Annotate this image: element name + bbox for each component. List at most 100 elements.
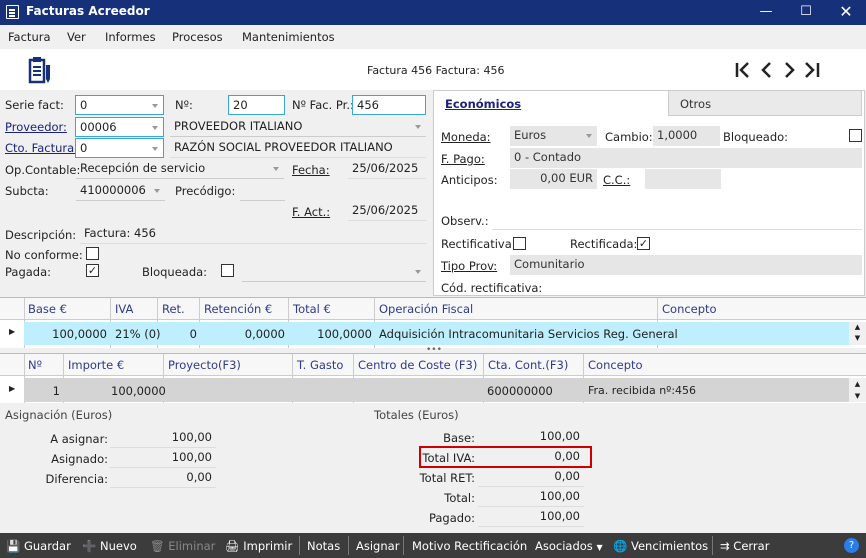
pagada-checkbox[interactable]: ✓ — [86, 264, 99, 277]
cc-link[interactable]: C.C.: — [603, 173, 630, 187]
rectificada-label: Rectificada: — [570, 237, 638, 251]
col-cta-cont[interactable]: Cta. Cont.(F3) — [488, 358, 568, 372]
bottom-toolbar: 💾 Guardar ➕ Nuevo 🗑 Eliminar 🖨 Imprimir … — [0, 533, 866, 558]
cambio-input[interactable]: 1,0000 — [653, 126, 720, 146]
first-record-icon[interactable] — [735, 62, 749, 78]
col-centro-coste[interactable]: Centro de Coste (F3) — [358, 358, 477, 372]
nofacpr-label: Nº Fac. Pr.: — [292, 98, 354, 112]
rectificativa-checkbox[interactable] — [513, 237, 526, 250]
help-icon[interactable]: ? — [844, 538, 859, 553]
subcta-select[interactable]: 410000006 — [76, 181, 165, 201]
trash-icon: 🗑 — [150, 539, 165, 553]
col-concepto[interactable]: Concepto — [662, 302, 717, 316]
diferencia-label: Diferencia: — [45, 472, 108, 486]
menu-ver[interactable]: Ver — [67, 30, 86, 44]
menu-procesos[interactable]: Procesos — [172, 30, 223, 44]
bloqueado-checkbox[interactable] — [849, 129, 862, 142]
nuevo-button[interactable]: ➕ Nuevo — [82, 539, 137, 553]
tab-otros-label: Otros — [680, 97, 712, 111]
observ-input[interactable] — [492, 210, 862, 230]
tax-grid-header: Base € IVA Ret. Retención € Total € Oper… — [0, 298, 866, 320]
col-total[interactable]: Total € — [293, 302, 331, 316]
col-operacion-fiscal[interactable]: Operación Fiscal — [379, 302, 473, 316]
notas-button[interactable]: Notas — [307, 539, 340, 553]
totales-title: Totales (Euros) — [374, 408, 459, 422]
cost-grid-scrollbar[interactable]: ▲ ▼ — [849, 378, 866, 402]
asociados-label: Asociados — [535, 539, 593, 553]
opcontable-select[interactable]: Recepción de servicio — [76, 159, 284, 179]
asociados-button[interactable]: Asociados ▼ — [535, 539, 603, 553]
tax-grid: Base € IVA Ret. Retención € Total € Oper… — [0, 297, 866, 348]
cost-grid: Nº Importe € Proyecto(F3) T. Gasto Centr… — [0, 353, 866, 403]
moneda-link[interactable]: Moneda: — [441, 130, 491, 144]
imprimir-button[interactable]: 🖨 Imprimir — [225, 539, 292, 553]
moneda-select[interactable]: Euros — [510, 126, 597, 146]
cc-input[interactable] — [645, 169, 721, 189]
fecha-link[interactable]: Fecha: — [292, 163, 330, 177]
cerrar-button[interactable]: ⇉ Cerrar — [720, 539, 769, 553]
invoice-icon — [27, 57, 53, 85]
noconforme-checkbox[interactable] — [86, 247, 99, 260]
col-concepto2[interactable]: Concepto — [588, 358, 643, 372]
nofacpr-input[interactable]: 456 — [352, 95, 426, 115]
minimize-button[interactable]: — — [746, 0, 786, 25]
tipoprov-link[interactable]: Tipo Prov: — [441, 259, 497, 273]
col-base[interactable]: Base € — [28, 302, 67, 316]
close-button[interactable]: ✕ — [826, 0, 866, 25]
col-retencion[interactable]: Retención € — [204, 302, 272, 316]
descripcion-input[interactable]: Factura: 456 — [80, 224, 426, 244]
tab-otros[interactable]: Otros — [668, 90, 862, 116]
proveedor-name[interactable]: PROVEEDOR ITALIANO — [170, 117, 426, 137]
fpago-link[interactable]: F. Pago: — [441, 152, 485, 166]
subcta-label: Subcta: — [5, 184, 49, 198]
vencimientos-button[interactable]: 🌐 Vencimientos — [613, 539, 708, 553]
menu-informes[interactable]: Informes — [105, 30, 156, 44]
fecha-input[interactable]: 25/06/2025 — [348, 159, 426, 179]
tab-economicos[interactable]: Económicos — [433, 90, 668, 117]
col-proyecto[interactable]: Proyecto(F3) — [168, 358, 241, 372]
fpago-input[interactable]: 0 - Contado — [510, 148, 862, 168]
precodigo-input[interactable] — [240, 181, 285, 201]
previous-record-icon[interactable] — [761, 62, 771, 78]
col-ret[interactable]: Ret. — [162, 302, 185, 316]
chevron-down-icon: ▼ — [596, 543, 603, 552]
cto-factura-link[interactable]: Cto. Factura: — [5, 141, 78, 155]
cto-factura-select[interactable]: 0 — [75, 138, 164, 158]
next-record-icon[interactable] — [785, 62, 795, 78]
bloqueada-select[interactable] — [242, 262, 426, 282]
tax-grid-scrollbar[interactable]: ▲ ▼ — [849, 322, 866, 345]
cell-total: 100,0000 — [317, 327, 372, 341]
eliminar-button[interactable]: 🗑 Eliminar — [150, 539, 215, 553]
numero-input[interactable]: 20 — [228, 95, 285, 115]
last-record-icon[interactable] — [805, 62, 820, 78]
motivo-rectificacion-button[interactable]: Motivo Rectificación — [412, 539, 527, 553]
serie-select[interactable]: 0 — [75, 95, 164, 115]
fact-input[interactable]: 25/06/2025 — [348, 201, 426, 221]
rectificada-checkbox[interactable]: ✓ — [637, 237, 650, 250]
proveedor-link[interactable]: Proveedor: — [5, 120, 67, 134]
total-value: 100,00 — [478, 487, 584, 507]
col-numero[interactable]: Nº — [28, 358, 42, 372]
proveedor-select[interactable]: 00006 — [75, 117, 164, 137]
anticipos-input[interactable]: 0,00 EUR — [510, 169, 597, 189]
exit-icon: ⇉ — [720, 539, 730, 553]
table-row[interactable]: 1 100,0000 600000000 Fra. recibida nº:45… — [24, 378, 849, 402]
cell-base: 100,0000 — [52, 327, 107, 341]
col-iva[interactable]: IVA — [115, 302, 133, 316]
row-indicator-icon: ▶ — [9, 327, 16, 336]
col-importe[interactable]: Importe € — [68, 358, 124, 372]
col-tgasto[interactable]: T. Gasto — [297, 358, 343, 372]
a-asignar-value: 100,00 — [110, 428, 216, 448]
table-row[interactable]: 100,0000 21% (0) 0 0,0000 100,0000 Adqui… — [24, 322, 849, 345]
bloqueada-checkbox[interactable] — [221, 264, 234, 277]
fact-link[interactable]: F. Act.: — [292, 205, 330, 219]
guardar-button[interactable]: 💾 Guardar — [6, 539, 71, 553]
tipoprov-input[interactable]: Comunitario — [510, 255, 862, 275]
maximize-button[interactable]: ☐ — [786, 0, 826, 25]
eliminar-label: Eliminar — [168, 539, 216, 553]
asignar-button[interactable]: Asignar — [356, 539, 399, 553]
menu-mantenimientos[interactable]: Mantenimientos — [242, 30, 335, 44]
base-label: Base: — [443, 431, 475, 445]
menu-factura[interactable]: Factura — [8, 30, 51, 44]
total-label: Total: — [444, 491, 475, 505]
